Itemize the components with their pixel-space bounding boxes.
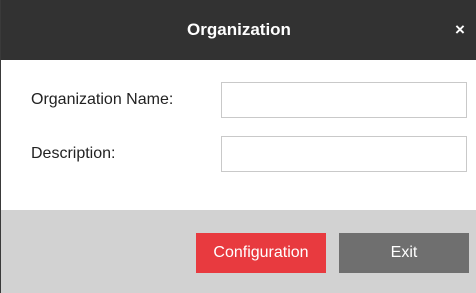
- organization-name-label: Organization Name:: [31, 91, 174, 108]
- organization-dialog: Organization × Organization Name: Descri…: [0, 0, 476, 293]
- description-label: Description:: [31, 145, 116, 162]
- exit-button[interactable]: Exit: [339, 233, 469, 273]
- description-input[interactable]: [221, 136, 467, 172]
- dialog-titlebar: Organization ×: [1, 0, 476, 60]
- organization-name-row: Organization Name:: [1, 80, 476, 120]
- organization-name-input[interactable]: [221, 82, 467, 118]
- description-row: Description:: [1, 134, 476, 174]
- dialog-title: Organization: [187, 20, 291, 39]
- close-icon[interactable]: ×: [455, 0, 476, 60]
- configuration-button[interactable]: Configuration: [196, 233, 326, 273]
- dialog-footer: Configuration Exit: [1, 210, 476, 293]
